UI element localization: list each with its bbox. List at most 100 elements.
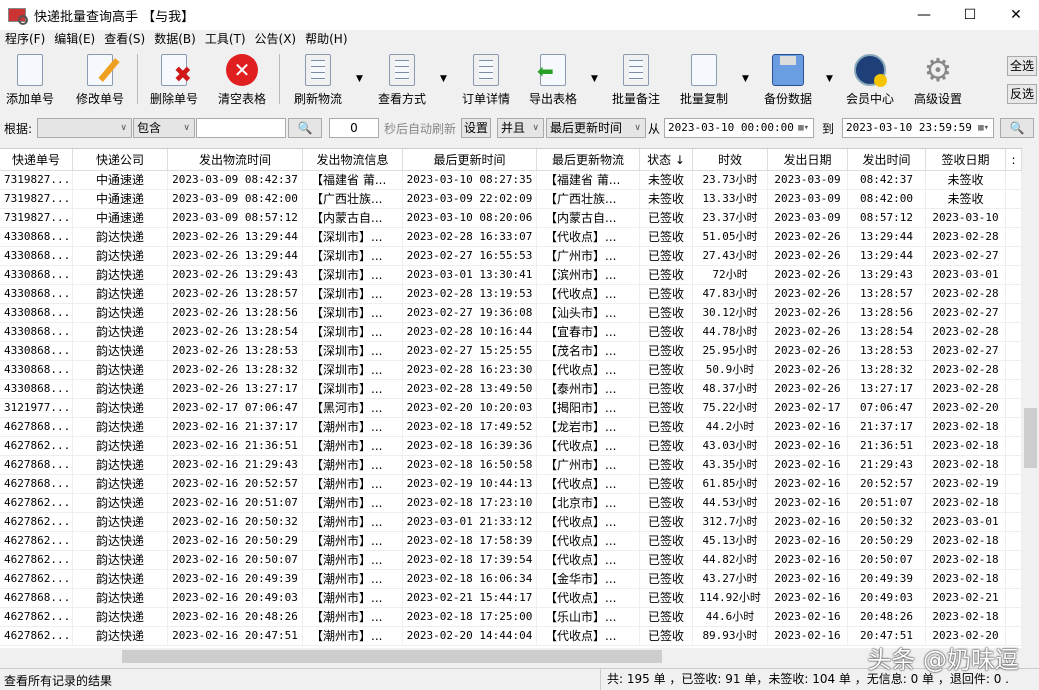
export-dropdown-icon[interactable]: ▼ <box>591 74 598 84</box>
table-cell: 7319827... <box>0 171 73 189</box>
column-header[interactable]: 发出物流信息 <box>303 149 403 170</box>
set-button[interactable]: 设置 <box>461 118 491 138</box>
table-cell: 中通速递 <box>73 209 168 227</box>
delete-button[interactable]: ✖ 删除单号 <box>150 54 198 107</box>
maximize-button[interactable]: ☐ <box>947 0 993 30</box>
table-cell: 【福建省 莆... <box>537 171 640 189</box>
table-cell: 韵达快递 <box>73 513 168 531</box>
table-cell: 2023-02-18 <box>926 456 1006 474</box>
table-cell: 【金华市】... <box>537 570 640 588</box>
column-header[interactable]: 时效 <box>693 149 768 170</box>
vertical-scrollbar[interactable] <box>1022 148 1039 648</box>
member-center-button[interactable]: 会员中心 <box>846 54 894 107</box>
table-row[interactable]: 4627868... 韵达快递 2023-02-16 20:52:57 【潮州市】..… <box>0 475 1022 494</box>
column-header[interactable]: 发出物流时间 <box>168 149 303 170</box>
table-row[interactable]: 4330868... 韵达快递 2023-02-26 13:28:32 【深圳市】..… <box>0 361 1022 380</box>
match-select[interactable]: 包含 ∨ <box>133 118 195 138</box>
view-dropdown-icon[interactable]: ▼ <box>440 74 447 84</box>
menu-program[interactable]: 程序(F) <box>0 30 49 48</box>
copy-dropdown-icon[interactable]: ▼ <box>742 74 749 84</box>
column-header[interactable]: 快递单号 <box>0 149 73 170</box>
export-button[interactable]: ⬅ 导出表格 <box>529 54 577 107</box>
view-mode-button[interactable]: 查看方式 <box>378 54 426 107</box>
menu-view[interactable]: 查看(S) <box>99 30 149 48</box>
column-header[interactable]: 最后更新时间 <box>403 149 537 170</box>
invert-selection-button[interactable]: 反选 <box>1007 84 1037 104</box>
keyword-input[interactable] <box>196 118 286 138</box>
select-all-button[interactable]: 全选 <box>1007 56 1037 76</box>
table-row[interactable]: 4330868... 韵达快递 2023-02-26 13:29:44 【深圳市】..… <box>0 228 1022 247</box>
table-row[interactable]: 4627862... 韵达快递 2023-02-16 20:50:29 【潮州市】..… <box>0 532 1022 551</box>
table-cell: 【深圳市】... <box>303 323 403 341</box>
table-row[interactable]: 4627868... 韵达快递 2023-02-16 21:37:17 【潮州市】..… <box>0 418 1022 437</box>
table-row[interactable]: 4627862... 韵达快递 2023-02-16 20:50:07 【潮州市】..… <box>0 551 1022 570</box>
table-cell: 2023-02-26 13:29:43 <box>168 266 303 284</box>
minimize-button[interactable]: — <box>901 0 947 30</box>
table-row[interactable]: 4330868... 韵达快递 2023-02-26 13:27:17 【深圳市】..… <box>0 380 1022 399</box>
menu-help[interactable]: 帮助(H) <box>300 30 351 48</box>
table-row[interactable]: 4627862... 韵达快递 2023-02-16 20:49:39 【潮州市】..… <box>0 570 1022 589</box>
search-button[interactable]: 🔍 <box>288 118 322 138</box>
column-header[interactable]: 状态 ↓ <box>640 149 693 170</box>
batch-remark-button[interactable]: 批量备注 <box>612 54 660 107</box>
table-row[interactable]: 4627862... 韵达快递 2023-02-16 20:51:07 【潮州市】..… <box>0 494 1022 513</box>
column-header[interactable]: 发出日期 <box>768 149 848 170</box>
table-row[interactable]: 4330868... 韵达快递 2023-02-26 13:29:44 【深圳市】..… <box>0 247 1022 266</box>
table-row[interactable]: 4627862... 韵达快递 2023-02-16 21:36:51 【潮州市】..… <box>0 437 1022 456</box>
table-row[interactable]: 7319827... 中通速递 2023-03-09 08:42:37 【福建省 莆.… <box>0 171 1022 190</box>
table-row[interactable]: 7319827... 中通速递 2023-03-09 08:57:12 【内蒙古自..… <box>0 209 1022 228</box>
from-date-picker[interactable]: 2023-03-10 00:00:00 ▦▾ <box>664 118 814 138</box>
table-row[interactable]: 3121977... 韵达快递 2023-02-17 07:06:47 【黑河市】..… <box>0 399 1022 418</box>
refresh-seconds-input[interactable]: 0 <box>329 118 379 138</box>
table-cell: 2023-02-28 <box>926 361 1006 379</box>
table-cell <box>1006 513 1022 531</box>
table-row[interactable]: 4330868... 韵达快递 2023-02-26 13:28:53 【深圳市】..… <box>0 342 1022 361</box>
clear-table-button[interactable]: ✕ 清空表格 <box>218 54 266 107</box>
table-cell <box>1006 285 1022 303</box>
column-header[interactable]: : <box>1006 149 1022 170</box>
table-row[interactable]: 7319827... 中通速递 2023-03-09 08:42:00 【广西壮族..… <box>0 190 1022 209</box>
backup-button[interactable]: 备份数据 <box>764 54 812 107</box>
date-field-select[interactable]: 最后更新时间 ∨ <box>546 118 646 138</box>
menu-notice[interactable]: 公告(X) <box>250 30 301 48</box>
menu-data[interactable]: 数据(B) <box>149 30 200 48</box>
date-search-button[interactable]: 🔍 <box>1000 118 1034 138</box>
table-cell: 2023-02-16 20:52:57 <box>168 475 303 493</box>
table-row[interactable]: 4330868... 韵达快递 2023-02-26 13:28:54 【深圳市】..… <box>0 323 1022 342</box>
add-button[interactable]: 添加单号 <box>6 54 54 107</box>
close-button[interactable]: ✕ <box>993 0 1039 30</box>
table-row[interactable]: 4330868... 韵达快递 2023-02-26 13:29:43 【深圳市】..… <box>0 266 1022 285</box>
table-row[interactable]: 4627862... 韵达快递 2023-02-16 20:48:26 【潮州市】..… <box>0 608 1022 627</box>
backup-dropdown-icon[interactable]: ▼ <box>826 74 833 84</box>
table-cell: 21:37:17 <box>848 418 926 436</box>
order-detail-button[interactable]: 订单详情 <box>462 54 510 107</box>
table-row[interactable]: 4330868... 韵达快递 2023-02-26 13:28:57 【深圳市】..… <box>0 285 1022 304</box>
vertical-scroll-thumb[interactable] <box>1024 408 1037 468</box>
table-cell <box>1006 532 1022 550</box>
refresh-button[interactable]: 刷新物流 <box>294 54 342 107</box>
advanced-settings-button[interactable]: ⚙ 高级设置 <box>914 54 962 107</box>
horizontal-scroll-thumb[interactable] <box>122 650 662 663</box>
batch-copy-button[interactable]: 批量复制 <box>680 54 728 107</box>
edit-button[interactable]: 修改单号 <box>76 54 124 107</box>
table-cell <box>1006 361 1022 379</box>
menu-edit[interactable]: 编辑(E) <box>49 30 99 48</box>
table-row[interactable]: 4330868... 韵达快递 2023-02-26 13:28:56 【深圳市】..… <box>0 304 1022 323</box>
table-row[interactable]: 4627868... 韵达快递 2023-02-16 21:29:43 【潮州市】..… <box>0 456 1022 475</box>
column-header[interactable]: 发出时间 <box>848 149 926 170</box>
table-row[interactable]: 4627868... 韵达快递 2023-02-16 20:49:03 【潮州市】..… <box>0 589 1022 608</box>
field-select[interactable]: ∨ <box>37 118 132 138</box>
table-cell <box>1006 266 1022 284</box>
menu-tools[interactable]: 工具(T) <box>200 30 250 48</box>
table-cell <box>1006 475 1022 493</box>
column-header[interactable]: 最后更新物流 <box>537 149 640 170</box>
table-row[interactable]: 4627862... 韵达快递 2023-02-16 20:50:32 【潮州市】..… <box>0 513 1022 532</box>
table-cell: 2023-03-01 <box>926 266 1006 284</box>
column-header[interactable]: 签收日期 <box>926 149 1006 170</box>
column-header[interactable]: 快递公司 <box>73 149 168 170</box>
refresh-dropdown-icon[interactable]: ▼ <box>356 74 363 84</box>
table-cell: 【代收点】... <box>537 285 640 303</box>
logic-select[interactable]: 并且 ∨ <box>497 118 544 138</box>
to-date-picker[interactable]: 2023-03-10 23:59:59 ▦▾ <box>842 118 994 138</box>
table-cell <box>1006 494 1022 512</box>
